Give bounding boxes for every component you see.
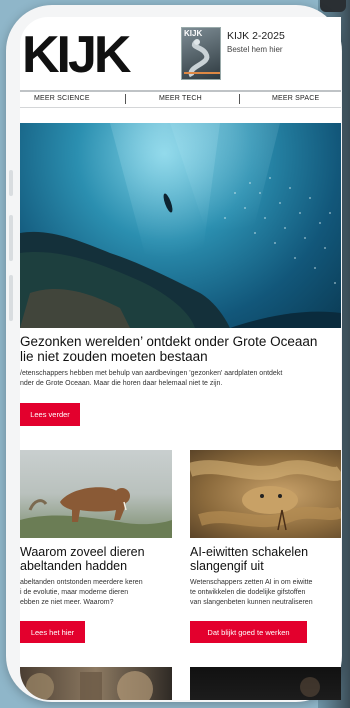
issue-order-link[interactable]: Bestel hem hier <box>227 45 283 54</box>
hero-headline-line: lie niet zouden moeten bestaan <box>20 349 208 364</box>
card-description-line: ebben ze niet meer. Waarom? <box>20 599 114 606</box>
kijk-logo[interactable]: KIJK <box>24 29 150 75</box>
phone-side-button <box>9 275 13 321</box>
card-description-line: abeltanden ontstonden meerdere keren <box>20 579 143 586</box>
hero-image[interactable] <box>20 123 341 328</box>
logo-text: KIJK <box>24 29 132 75</box>
hero-description-line: /etenschappers hebben met behulp van aar… <box>20 370 283 377</box>
phone-screen: KIJK KIJK KIJK 2-2025 Bestel hem hier ME… <box>20 17 341 700</box>
nav-item-science[interactable]: MEER SCIENCE <box>34 95 90 102</box>
card-description: abeltanden ontstonden meerdere keren i d… <box>20 578 172 608</box>
read-more-button[interactable]: Lees verder <box>20 403 80 426</box>
cover-image <box>184 39 220 78</box>
card-headline-line: Waarom zoveel dieren <box>20 545 145 559</box>
card-headline[interactable]: AI-eiwitten schakelen slangengif uit <box>190 545 341 573</box>
nav-item-space[interactable]: MEER SPACE <box>272 95 319 102</box>
snake-image[interactable] <box>190 450 341 538</box>
card-description-line: te ontwikkelen die dodelijke gifstoffen <box>190 589 306 596</box>
works-well-button[interactable]: Dat blijkt goed te werken <box>190 621 307 643</box>
card-description-line: i de evolutie, maar moderne dieren <box>20 589 129 596</box>
card-headline-line: slangengif uit <box>190 559 264 573</box>
card-description: Wetenschappers zetten AI in om eiwitte t… <box>190 578 341 608</box>
category-nav: MEER SCIENCE MEER TECH MEER SPACE <box>20 90 341 108</box>
card-description-line: Wetenschappers zetten AI in om eiwitte <box>190 579 313 586</box>
read-here-button[interactable]: Lees het hier <box>20 621 85 643</box>
hero-headline-line: Gezonken werelden’ ontdekt onder Grote O… <box>20 334 318 349</box>
hero-description: /etenschappers hebben met behulp van aar… <box>20 369 341 389</box>
card-headline-line: AI-eiwitten schakelen <box>190 545 309 559</box>
magazine-cover[interactable]: KIJK <box>181 27 221 80</box>
phone-side-button <box>9 170 13 196</box>
nav-separator <box>125 94 126 104</box>
sabertooth-image[interactable] <box>20 450 172 538</box>
next-article-image[interactable] <box>190 667 341 700</box>
background-device-knob <box>320 0 346 12</box>
issue-title[interactable]: KIJK 2-2025 <box>227 30 285 42</box>
nav-separator <box>239 94 240 104</box>
hero-description-line: nder de Grote Oceaan. Maar die horen daa… <box>20 380 223 387</box>
card-headline-line: abeltanden hadden <box>20 559 128 573</box>
card-description-line: van slangenbeten kunnen neutraliseren <box>190 599 313 606</box>
phone-side-button <box>9 215 13 261</box>
hero-headline[interactable]: Gezonken werelden’ ontdekt onder Grote O… <box>20 334 341 364</box>
next-article-image[interactable] <box>20 667 172 700</box>
card-headline[interactable]: Waarom zoveel dieren abeltanden hadden <box>20 545 172 573</box>
nav-item-tech[interactable]: MEER TECH <box>159 95 202 102</box>
site-header: KIJK KIJK KIJK 2-2025 Bestel hem hier ME… <box>20 17 341 108</box>
